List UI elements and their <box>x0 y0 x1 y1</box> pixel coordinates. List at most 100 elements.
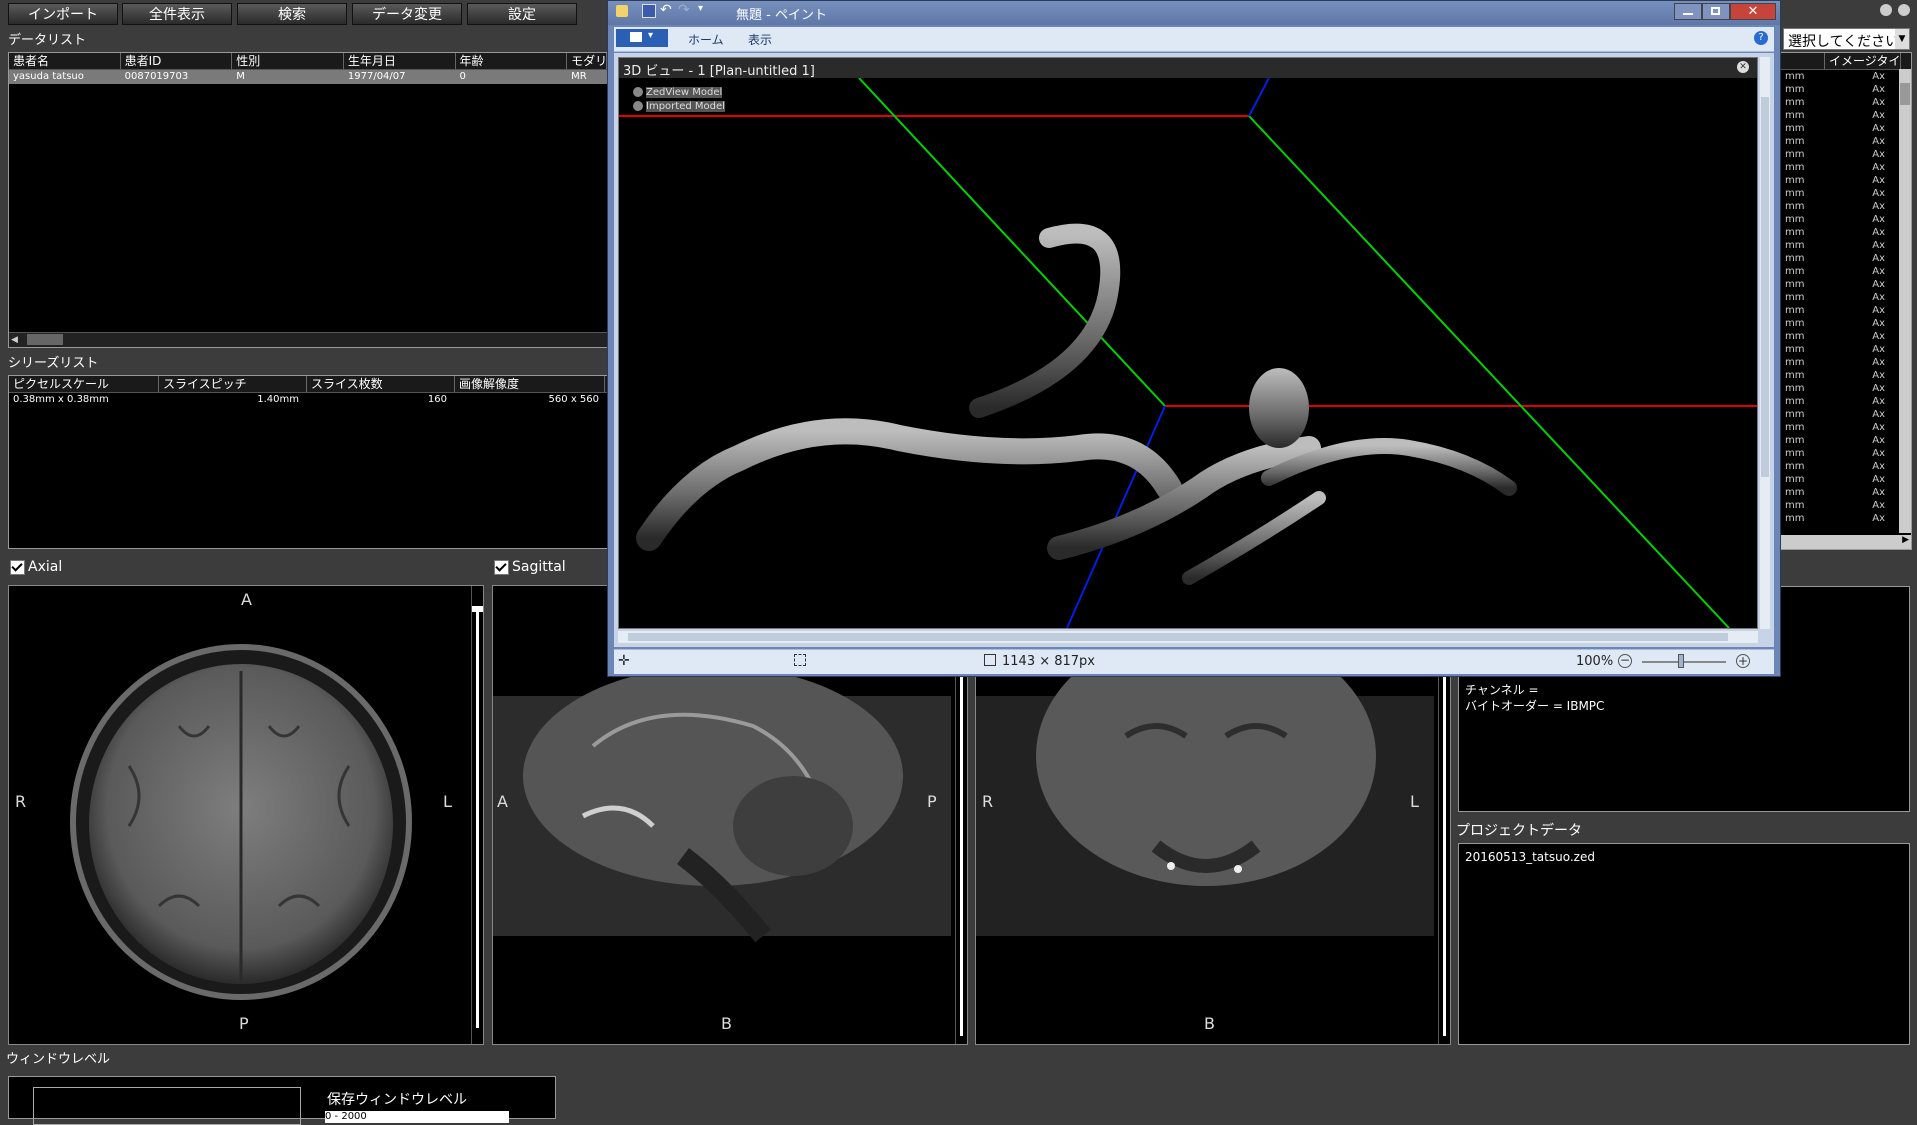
horizontal-scrollbar[interactable]: ▶ <box>1781 535 1911 549</box>
col-sex[interactable]: 性別 <box>232 53 344 69</box>
view3d-vessel-render[interactable] <box>619 78 1757 628</box>
paint-title-bar[interactable]: ↶ ↷ ▾ 無題 - ペイント ✕ <box>608 1 1780 25</box>
list-item[interactable]: mm Ax <box>1781 148 1911 161</box>
list-item[interactable]: mm Ax <box>1781 109 1911 122</box>
scroll-thumb[interactable] <box>1900 83 1910 105</box>
list-item[interactable]: mm Ax <box>1781 473 1911 486</box>
list-item[interactable]: mm Ax <box>1781 70 1911 83</box>
scroll-thumb[interactable] <box>628 633 1728 641</box>
vertical-scrollbar[interactable] <box>1899 69 1911 533</box>
list-item[interactable]: ZedView Model <box>633 84 725 98</box>
list-item[interactable]: mm Ax <box>1781 304 1911 317</box>
list-item[interactable]: mm Ax <box>1781 278 1911 291</box>
list-item[interactable]: mm Ax <box>1781 213 1911 226</box>
vertical-scrollbar[interactable] <box>1760 57 1770 629</box>
zoom-slider-track[interactable] <box>1642 661 1726 663</box>
maximize-button[interactable] <box>1702 3 1730 20</box>
zoom-out-icon[interactable]: − <box>1618 654 1632 668</box>
expand-icon[interactable] <box>633 86 643 97</box>
list-item[interactable]: mm Ax <box>1781 421 1911 434</box>
axial-viewer[interactable]: A P R L <box>8 585 484 1045</box>
list-item[interactable]: mm Ax <box>1781 252 1911 265</box>
col-birthdate[interactable]: 生年月日 <box>344 53 456 69</box>
close-icon[interactable] <box>1898 4 1910 16</box>
list-item[interactable]: mm Ax <box>1781 96 1911 109</box>
col-slice-count[interactable]: スライス枚数 <box>307 376 455 392</box>
checkbox-icon[interactable] <box>10 559 25 575</box>
list-item[interactable]: mm Ax <box>1781 122 1911 135</box>
list-item[interactable]: mm Ax <box>1781 447 1911 460</box>
paint-canvas[interactable]: 3D ビュー - 1 [Plan-untitled 1] ✕ ZedView M… <box>618 57 1758 629</box>
list-item[interactable]: mm Ax <box>1781 83 1911 96</box>
list-item[interactable]: mm Ax <box>1781 135 1911 148</box>
horizontal-scrollbar[interactable]: ◀ <box>9 332 607 347</box>
list-item[interactable]: mm Ax <box>1781 382 1911 395</box>
scroll-thumb[interactable] <box>27 334 63 345</box>
list-item[interactable]: mm Ax <box>1781 291 1911 304</box>
undo-icon[interactable]: ↶ <box>660 2 672 18</box>
col-image-type[interactable]: イメージタイプ <box>1825 53 1901 69</box>
search-button[interactable]: 検索 <box>237 3 347 25</box>
tab-home[interactable]: ホーム <box>688 31 724 48</box>
list-item[interactable]: mm Ax <box>1781 408 1911 421</box>
list-item[interactable]: mm Ax <box>1781 200 1911 213</box>
close-button[interactable]: ✕ <box>1730 3 1776 20</box>
quick-access-menu-icon[interactable]: ▾ <box>698 3 703 14</box>
list-item[interactable]: mm Ax <box>1781 317 1911 330</box>
window-level-select[interactable]: 0 - 2000 <box>325 1111 509 1123</box>
histogram-area[interactable] <box>33 1087 301 1125</box>
import-button[interactable]: インポート <box>8 3 118 25</box>
slice-slider[interactable] <box>471 586 483 1044</box>
chevron-down-icon[interactable]: ▼ <box>1895 29 1909 49</box>
list-item[interactable]: mm Ax <box>1781 239 1911 252</box>
show-all-button[interactable]: 全件表示 <box>122 3 232 25</box>
list-item[interactable]: mm Ax <box>1781 174 1911 187</box>
zoom-slider-thumb[interactable] <box>1678 654 1684 668</box>
col-patient-id[interactable]: 患者ID <box>121 53 233 69</box>
help-icon[interactable]: ? <box>1754 31 1768 45</box>
list-item[interactable]: 20160513_tatsuo.zed <box>1465 850 1595 864</box>
col-patient-name[interactable]: 患者名 <box>9 53 121 69</box>
list-item[interactable]: mm Ax <box>1781 265 1911 278</box>
list-item[interactable]: mm Ax <box>1781 356 1911 369</box>
list-item[interactable]: mm Ax <box>1781 161 1911 174</box>
list-item[interactable]: Imported Model <box>633 98 725 112</box>
close-icon[interactable]: ✕ <box>1737 61 1749 73</box>
select-dropdown[interactable]: 選択してください ▼ <box>1783 28 1910 50</box>
paint-file-menu-button[interactable]: ▾ <box>616 29 668 47</box>
list-item[interactable]: mm Ax <box>1781 330 1911 343</box>
col-slice-pitch[interactable]: スライスピッチ <box>159 376 307 392</box>
settings-button[interactable]: 設定 <box>467 3 577 25</box>
list-item[interactable]: mm Ax <box>1781 226 1911 239</box>
list-item[interactable]: mm Ax <box>1781 187 1911 200</box>
scroll-thumb[interactable] <box>1761 97 1769 477</box>
scroll-right-icon[interactable]: ▶ <box>1902 535 1909 545</box>
data-change-button[interactable]: データ変更 <box>352 3 462 25</box>
horizontal-scrollbar[interactable] <box>618 631 1758 643</box>
list-item[interactable]: mm Ax <box>1781 499 1911 512</box>
col-resolution[interactable]: 画像解像度 <box>455 376 605 392</box>
tab-view[interactable]: 表示 <box>748 31 772 48</box>
paint-window[interactable]: ↶ ↷ ▾ 無題 - ペイント ✕ ▾ ホーム 表示 ? 3D ビュー - 1 … <box>607 0 1781 677</box>
list-item[interactable]: mm Ax <box>1781 395 1911 408</box>
axial-checkbox[interactable]: Axial <box>10 559 62 575</box>
col-modality[interactable]: モダリ <box>567 53 607 69</box>
scroll-left-icon[interactable]: ◀ <box>11 335 18 345</box>
redo-icon[interactable]: ↷ <box>678 2 690 18</box>
save-icon[interactable] <box>642 4 656 18</box>
col-age[interactable]: 年齢 <box>456 53 568 69</box>
slider-thumb[interactable] <box>472 606 483 612</box>
list-item[interactable]: mm Ax <box>1781 486 1911 499</box>
col-pixel-scale[interactable]: ピクセルスケール <box>9 376 159 392</box>
list-item[interactable]: mm Ax <box>1781 369 1911 382</box>
list-item[interactable]: mm Ax <box>1781 460 1911 473</box>
minimize-icon[interactable] <box>1880 4 1892 16</box>
sagittal-checkbox[interactable]: Sagittal <box>494 559 566 575</box>
checkbox-icon[interactable] <box>494 559 509 575</box>
table-row[interactable]: 0.38mm x 0.38mm 1.40mm 160 560 x 560 <box>9 393 607 407</box>
expand-icon[interactable] <box>633 100 643 111</box>
table-row[interactable]: yasuda tatsuo 0087019703 M 1977/04/07 0 … <box>9 70 607 84</box>
list-item[interactable]: mm Ax <box>1781 434 1911 447</box>
list-item[interactable]: mm Ax <box>1781 512 1911 525</box>
zoom-in-icon[interactable]: + <box>1736 654 1750 668</box>
